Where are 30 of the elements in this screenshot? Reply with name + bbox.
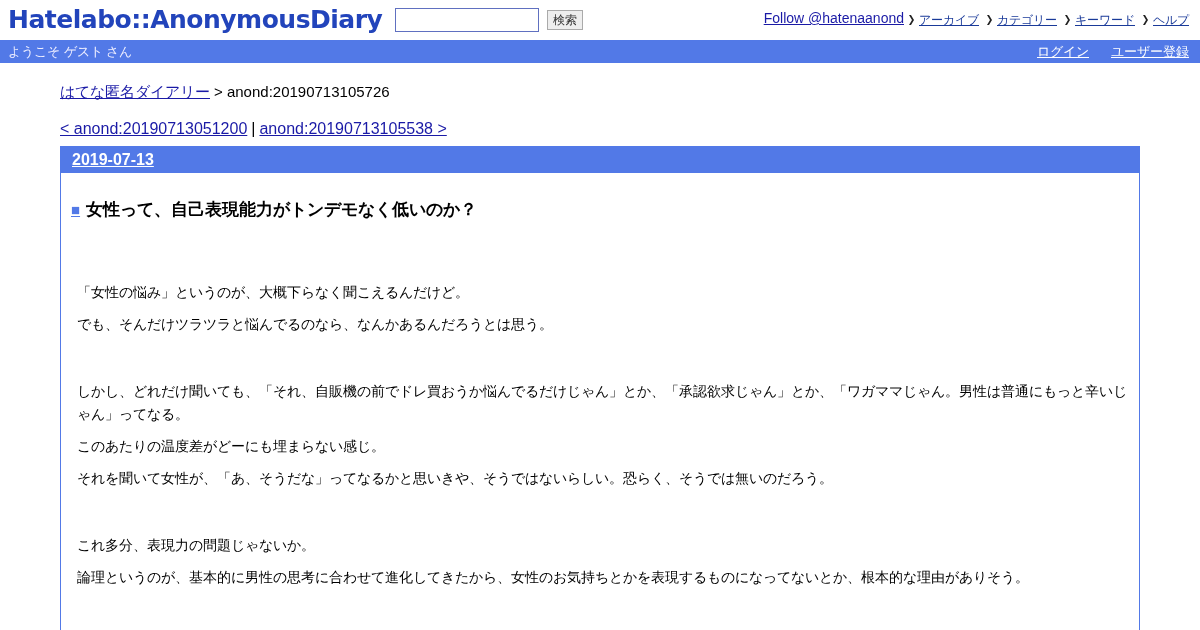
welcome-text: ようこそ ゲスト さん [8, 42, 133, 61]
paragraph: 論理というのが、基本的に男性の思考に合わせて進化してきたから、女性のお気持ちとかを表現するものになってないとか、根本的な理由がありそう。 [77, 568, 1030, 587]
breadcrumb-link[interactable]: はてな匿名ダイアリー [60, 83, 210, 102]
paragraph: 「女性の悩み」というのが、大概下らなく聞こえるんだけど。 [77, 283, 470, 302]
date-link[interactable]: 2019-07-13 [72, 151, 154, 169]
breadcrumb-current: > anond:20190713105726 [214, 83, 390, 102]
nav-link[interactable]: ヘルプ [1153, 12, 1189, 29]
account-link[interactable]: ログイン [1037, 42, 1089, 61]
chevron-icon [1143, 15, 1150, 25]
site-logo[interactable]: Hatelabo::AnonymousDiary [8, 5, 383, 34]
nav-link[interactable]: アーカイブ [919, 12, 979, 29]
search-field[interactable] [395, 8, 540, 32]
search-button[interactable]: 検索 [547, 10, 584, 30]
pager-separator: | [251, 120, 256, 138]
entry-title: 女性って、自己表現能力がトンデモなく低いのか？ [86, 199, 478, 221]
chevron-icon [1065, 15, 1072, 25]
paragraph: でも、そんだけツラツラと悩んでるのなら、なんかあるんだろうとは思う。 [77, 315, 554, 334]
section-link[interactable]: ■ [71, 201, 81, 218]
paragraph: このあたりの温度差がどーにも埋まらない感じ。 [77, 437, 386, 456]
previous-link[interactable]: < anond:20190713051200 [60, 120, 248, 138]
chevron-icon [987, 15, 994, 25]
nav-link[interactable]: カテゴリー [997, 12, 1057, 29]
follow-link[interactable]: Follow @hatenaanond [763, 10, 904, 26]
paragraph: それを聞いて女性が、「あ、そうだな」ってなるかと思いきや、そうではないらしい。恐らく、そうでは無いのだろう。 [77, 469, 834, 488]
next-link[interactable]: anond:20190713105538 > [259, 120, 447, 138]
account-link[interactable]: ユーザー登録 [1111, 42, 1189, 61]
nav-link[interactable]: キーワード [1075, 12, 1135, 29]
paragraph: これ多分、表現力の問題じゃないか。 [77, 536, 316, 555]
chevron-icon [909, 15, 916, 25]
paragraph: しかし、どれだけ聞いても、「それ、自販機の前でドレ買おうか悩んでるだけじゃん」とか、「承認欲求じゃん」とか、「ワガママじゃん。男性は普通にもっと辛いじゃん」ってなる。 [77, 382, 1128, 424]
